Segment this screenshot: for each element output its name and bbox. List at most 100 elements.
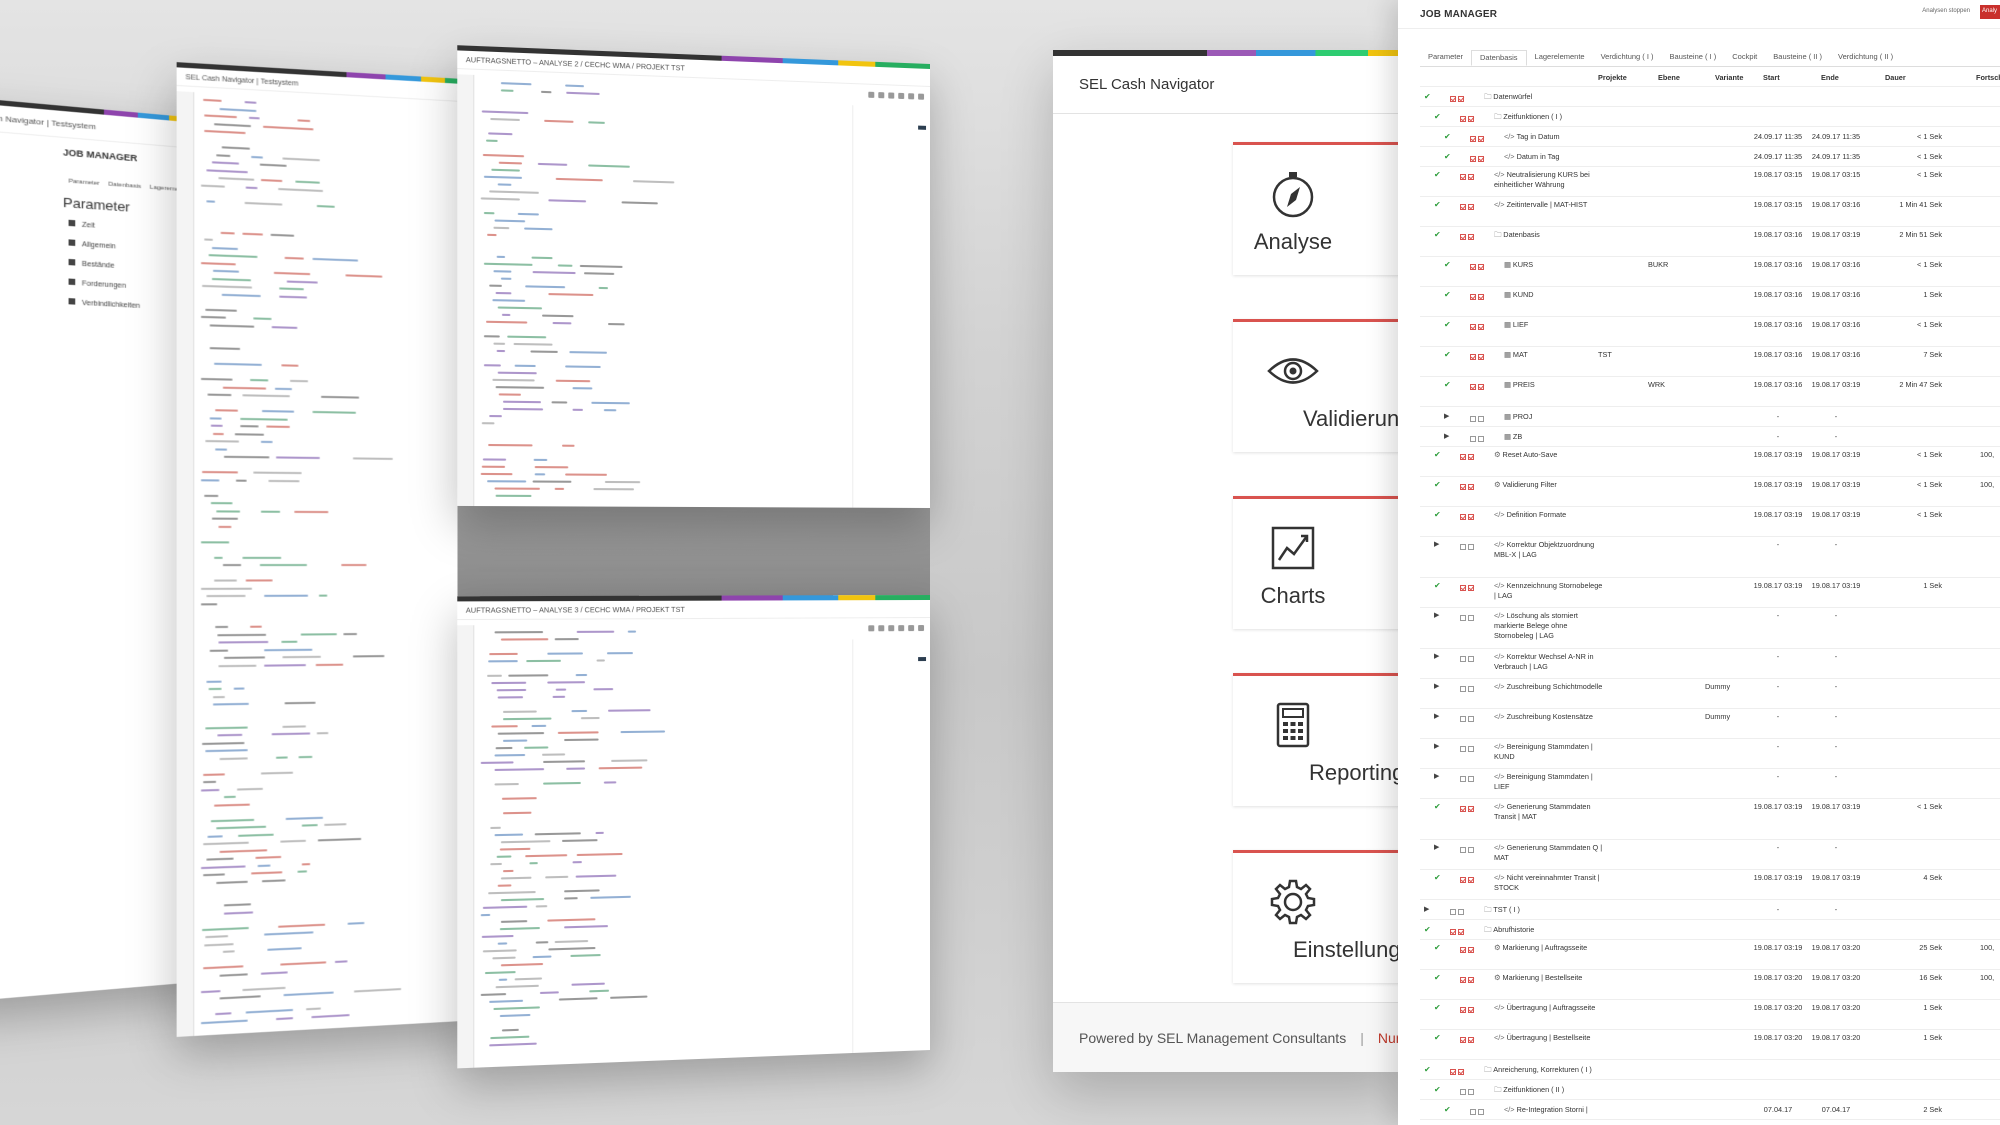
code-area[interactable] <box>176 91 480 1037</box>
row-checkbox[interactable] <box>1458 929 1464 936</box>
table-row[interactable]: ▶ </> Zuschreibung Kostensätze Dummy - - <box>1420 709 2000 739</box>
side-action-button[interactable] <box>918 657 927 662</box>
column-header[interactable]: Ende <box>1821 73 1839 82</box>
row-checkbox[interactable] <box>1460 234 1466 241</box>
expand-arrow-icon[interactable]: ▶ <box>1434 540 1439 548</box>
tool-icon[interactable] <box>878 92 885 99</box>
column-header[interactable]: Fortsch <box>1976 73 2000 82</box>
row-checkbox[interactable] <box>1468 746 1474 753</box>
row-checkbox[interactable] <box>1470 324 1476 331</box>
row-checkbox[interactable] <box>1468 484 1474 491</box>
row-checkbox[interactable] <box>1460 806 1466 813</box>
tool-icon[interactable] <box>868 625 875 632</box>
column-header[interactable]: Variante <box>1715 73 1743 82</box>
row-checkbox[interactable] <box>1460 1007 1466 1014</box>
row-checkbox[interactable] <box>1478 1109 1484 1116</box>
row-checkbox[interactable] <box>1460 1089 1466 1096</box>
table-row[interactable]: ✔ ⚙ Markierung | Bestellseite 19.08.17 03:2… <box>1420 970 2000 1000</box>
nav-card-analyse[interactable]: Analyse <box>1233 142 1403 275</box>
table-row[interactable]: ✔ ▦ PREIS WRK 19.08.17 03:16 19.08.17 03:19 2 … <box>1420 377 2000 407</box>
row-checkbox[interactable] <box>1460 544 1466 551</box>
row-checkbox[interactable] <box>1468 234 1474 241</box>
row-checkbox[interactable] <box>1468 1007 1474 1014</box>
row-checkbox[interactable] <box>1470 156 1476 163</box>
table-row[interactable]: ✔ </> Übertragung | Bestellseite 19.08.17 0… <box>1420 1030 2000 1060</box>
row-checkbox[interactable] <box>1468 977 1474 984</box>
row-checkbox[interactable] <box>1460 776 1466 783</box>
row-checkbox[interactable] <box>1458 909 1464 916</box>
table-row[interactable]: ✔ 🗀 Zeitfunktionen ( I ) <box>1420 107 2000 127</box>
code-area[interactable] <box>457 74 850 507</box>
row-checkbox[interactable] <box>1460 1037 1466 1044</box>
row-checkbox[interactable] <box>1468 716 1474 723</box>
param-item[interactable]: Forderungen <box>68 278 140 291</box>
expand-arrow-icon[interactable]: ▶ <box>1444 432 1449 440</box>
row-checkbox[interactable] <box>1460 454 1466 461</box>
row-checkbox[interactable] <box>1468 776 1474 783</box>
param-item[interactable]: Verbindlichkeiten <box>68 298 140 310</box>
tab-item[interactable]: Parameter <box>1420 50 1471 66</box>
row-checkbox[interactable] <box>1478 264 1484 271</box>
tool-icon[interactable] <box>918 93 925 100</box>
row-checkbox[interactable] <box>1468 847 1474 854</box>
table-row[interactable]: ▶ 🗀 TST ( I ) - - <box>1420 900 2000 920</box>
row-checkbox[interactable] <box>1470 136 1476 143</box>
row-checkbox[interactable] <box>1478 384 1484 391</box>
table-row[interactable]: ✔ </> Definition Formate 19.08.17 03:19 19.0… <box>1420 507 2000 537</box>
expand-arrow-icon[interactable]: ▶ <box>1434 843 1439 851</box>
table-row[interactable]: ✔ 🗀 Datenwürfel <box>1420 87 2000 107</box>
stop-analyses-button[interactable]: Analysen stoppen <box>1922 8 1970 14</box>
tool-icon[interactable] <box>908 93 915 100</box>
row-checkbox[interactable] <box>1460 977 1466 984</box>
table-row[interactable]: ▶ </> Korrektur Objektzuordnung MBL-X | LA… <box>1420 537 2000 578</box>
column-header[interactable]: Dauer <box>1885 73 1906 82</box>
table-row[interactable]: ✔ </> Tag in Datum 24.09.17 11:35 24.09.17 1… <box>1420 127 2000 147</box>
nav-card-charts[interactable]: Charts <box>1233 496 1403 629</box>
table-row[interactable]: ▶ </> Löschung als storniert markierte Bel… <box>1420 608 2000 649</box>
row-checkbox[interactable] <box>1460 656 1466 663</box>
row-checkbox[interactable] <box>1478 354 1484 361</box>
run-analyses-button[interactable]: Analy <box>1980 5 2000 19</box>
row-checkbox[interactable] <box>1478 436 1484 443</box>
tool-icon[interactable] <box>888 92 895 99</box>
table-row[interactable]: ✔ ⚙ Validierung Filter 19.08.17 03:19 19.08.… <box>1420 477 2000 507</box>
tool-icon[interactable] <box>878 625 885 632</box>
nav-card-einstellungen[interactable]: Einstellungen <box>1233 850 1403 983</box>
row-checkbox[interactable] <box>1468 1089 1474 1096</box>
tab-item[interactable]: Lagerelemente <box>1527 50 1593 66</box>
tool-icon[interactable] <box>888 625 895 632</box>
expand-arrow-icon[interactable]: ▶ <box>1434 611 1439 619</box>
table-row[interactable]: ▶ </> Bereinigung Stammdaten | KUND - - <box>1420 739 2000 769</box>
expand-arrow-icon[interactable]: ▶ <box>1434 742 1439 750</box>
column-header[interactable]: Projekte <box>1598 73 1627 82</box>
table-row[interactable]: ✔ </> Generierung Stammdaten Transit | MAT… <box>1420 799 2000 840</box>
table-row[interactable]: ✔ </> Zeitintervalle | MAT-HIST 19.08.17 03… <box>1420 197 2000 227</box>
row-checkbox[interactable] <box>1468 585 1474 592</box>
tab-item[interactable]: Verdichtung ( II ) <box>1830 50 1901 66</box>
table-row[interactable]: ✔ 🗀 Zeitfunktionen ( II ) <box>1420 1080 2000 1100</box>
column-header[interactable]: Ebene <box>1658 73 1680 82</box>
expand-arrow-icon[interactable]: ▶ <box>1434 682 1439 690</box>
row-checkbox[interactable] <box>1478 156 1484 163</box>
column-header[interactable]: Start <box>1763 73 1780 82</box>
tool-icon[interactable] <box>898 625 905 632</box>
row-checkbox[interactable] <box>1460 116 1466 123</box>
tool-icon[interactable] <box>868 91 875 98</box>
tool-icon[interactable] <box>918 625 925 632</box>
tab-item[interactable]: Cockpit <box>1724 50 1765 66</box>
row-checkbox[interactable] <box>1450 96 1456 103</box>
row-checkbox[interactable] <box>1468 947 1474 954</box>
tool-icon[interactable] <box>908 625 915 632</box>
expand-arrow-icon[interactable]: ▶ <box>1424 905 1429 913</box>
table-row[interactable]: ✔ ⚙ Markierung | Auftragsseite 19.08.17 03:… <box>1420 940 2000 970</box>
row-checkbox[interactable] <box>1470 354 1476 361</box>
row-checkbox[interactable] <box>1470 384 1476 391</box>
table-row[interactable]: ✔ ⚙ Reset Auto-Save 19.08.17 03:19 19.08.17 … <box>1420 447 2000 477</box>
table-row[interactable]: ✔ </> Datum in Tag 24.09.17 11:35 24.09.17 1… <box>1420 147 2000 167</box>
tab-datenbasis[interactable]: Datenbasis <box>108 182 141 191</box>
row-checkbox[interactable] <box>1460 847 1466 854</box>
row-checkbox[interactable] <box>1450 909 1456 916</box>
table-row[interactable]: ✔ ▦ KURS BUKR 19.08.17 03:16 19.08.17 03:16 < … <box>1420 257 2000 287</box>
expand-arrow-icon[interactable]: ▶ <box>1434 712 1439 720</box>
tool-icon[interactable] <box>898 92 905 100</box>
